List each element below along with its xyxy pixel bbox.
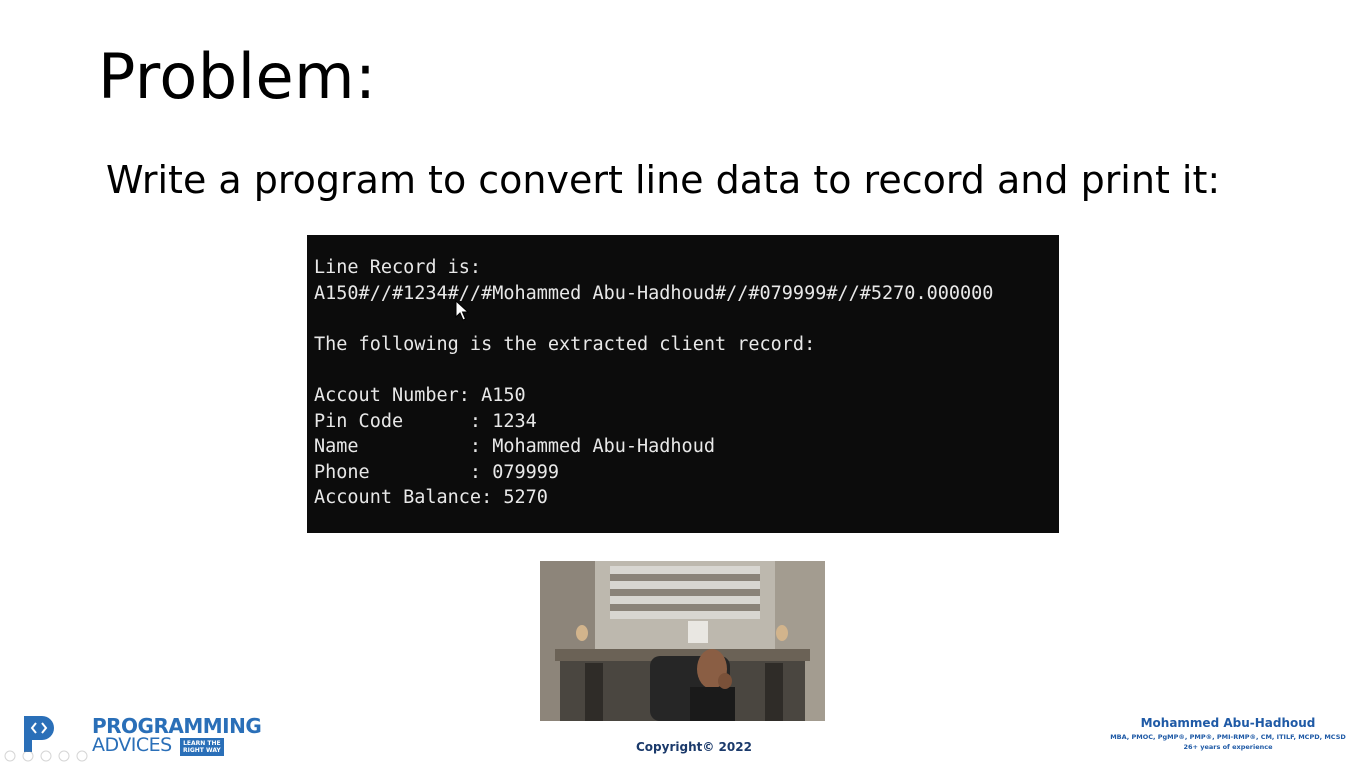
play-icon (4, 750, 16, 762)
logo-badge-line1: LEARN THE (183, 740, 221, 747)
console-line: The following is the extracted client re… (314, 333, 816, 355)
author-name: Mohammed Abu-Hadhoud (1140, 716, 1316, 730)
console-line: Line Record is: (314, 257, 482, 278)
console-line: Accout Number: A150 (314, 384, 526, 406)
settings-icon (40, 750, 52, 762)
console-line: Account Balance: 5270 (314, 487, 548, 509)
more-icon (76, 750, 88, 762)
fullscreen-icon (58, 750, 70, 762)
player-controls[interactable] (2, 748, 122, 764)
console-output: Line Record is: A150#//#1234#//#Mohammed… (307, 235, 1059, 533)
presenter-video[interactable] (540, 561, 825, 721)
author-block: Mohammed Abu-Hadhoud MBA, PMOC, PgMP®, P… (1108, 716, 1348, 751)
mouse-pointer-icon (455, 300, 469, 321)
console-line: Pin Code : 1234 (314, 410, 537, 432)
logo-badge: LEARN THE RIGHT WAY (180, 738, 224, 756)
console-line: A150#//#1234#//#Mohammed Abu-Hadhoud#//#… (314, 282, 994, 304)
console-line: Name : Mohammed Abu-Hadhoud (314, 436, 715, 458)
slide-subtitle: Write a program to convert line data to … (106, 158, 1221, 202)
author-credentials: MBA, PMOC, PgMP®, PMP®, PMI-RMP®, CM, IT… (1110, 733, 1346, 741)
volume-icon (22, 750, 34, 762)
console-line: Phone : 079999 (314, 461, 560, 483)
presenter-video-frame (540, 561, 825, 721)
author-experience: 26+ years of experience (1183, 743, 1273, 751)
copyright-text: Copyright© 2022 (636, 740, 752, 754)
logo-badge-line2: RIGHT WAY (183, 747, 221, 754)
slide-title: Problem: (98, 40, 377, 113)
